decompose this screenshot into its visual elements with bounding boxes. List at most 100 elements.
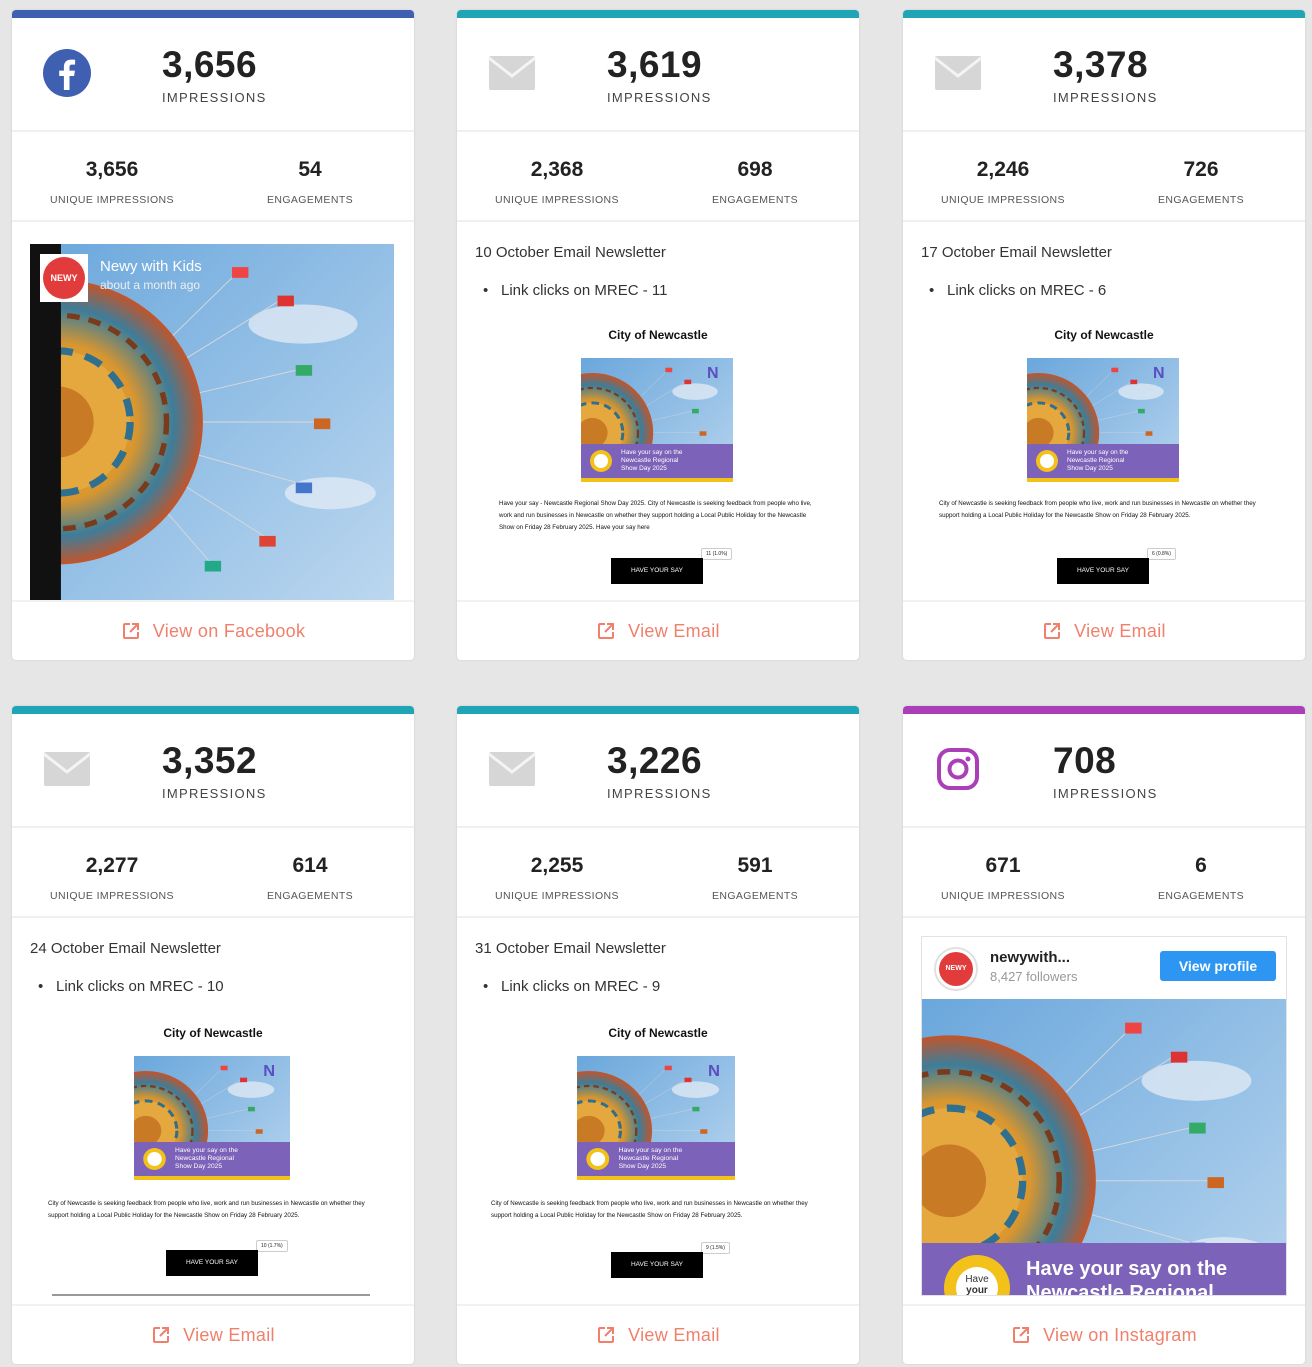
unique-impressions-value: 2,255 [530,854,584,877]
link-clicks-item: Link clicks on MREC - 11 [483,282,667,299]
newy-logo: NEWY [43,257,85,299]
stats-row: 671 UNIQUE IMPRESSIONS 6 ENGAGEMENTS [903,828,1305,918]
mrec-image[interactable]: N Have your say on the Newcastle Regiona… [134,1056,290,1180]
email-newsletter-card: 3,378 IMPRESSIONS 2,246 UNIQUE IMPRESSIO… [903,10,1305,660]
engagements-label: ENGAGEMENTS [1157,194,1245,206]
email-sender: City of Newcastle [1054,328,1154,342]
link-label: View Email [628,1324,720,1345]
email-preview: 17 October Email Newsletter Link clicks … [903,224,1305,600]
engagements-stat: 614 ENGAGEMENTS [210,854,410,902]
impressions-label: IMPRESSIONS [1053,786,1158,801]
unique-impressions-value: 2,246 [976,158,1030,181]
banner-line-2: Newcastle Regional [1026,1282,1214,1296]
mrec-photo: N Have your say on the Newcastle Regiona… [1027,358,1179,482]
unique-impressions-stat: 2,277 UNIQUE IMPRESSIONS [12,854,212,902]
click-count-badge: 6 (0.8%) [1147,548,1176,560]
svg-text:Newcastle Regional: Newcastle Regional [621,457,679,464]
unique-impressions-value: 2,368 [530,158,584,181]
svg-text:N: N [707,365,719,382]
svg-text:Newcastle Regional: Newcastle Regional [1067,457,1125,464]
have-your-say-badge: Have your [944,1255,1010,1296]
unique-impressions-value: 2,277 [85,854,139,877]
banner-text: Have your say on the Newcastle Regional [1026,1257,1227,1296]
impressions-label: IMPRESSIONS [607,786,712,801]
svg-text:Have your say on the: Have your say on the [621,449,683,456]
link-clicks-item: Link clicks on MREC - 10 [38,978,224,995]
svg-text:N: N [1153,365,1165,382]
svg-text:Have your say on the: Have your say on the [1067,449,1129,456]
card-accent-bar [903,10,1305,18]
facebook-post-image[interactable]: NEWY Newy with Kids about a month ago [30,244,394,600]
mrec-image[interactable]: N Have your say on the Newcastle Regiona… [581,358,733,482]
stats-row: 3,656 UNIQUE IMPRESSIONS 54 ENGAGEMENTS [12,132,414,222]
impressions-count: 3,378 [1053,44,1149,85]
unique-impressions-label: UNIQUE IMPRESSIONS [495,890,619,902]
unique-impressions-label: UNIQUE IMPRESSIONS [495,194,619,206]
post-preview: NEWY Newy with Kids about a month ago [12,224,414,600]
unique-impressions-stat: 2,246 UNIQUE IMPRESSIONS [903,158,1103,206]
engagements-stat: 698 ENGAGEMENTS [655,158,855,206]
badge-line-2: your [966,1285,988,1296]
profile-handle[interactable]: newywith... [990,949,1070,966]
email-sender: City of Newcastle [608,1026,708,1040]
engagements-label: ENGAGEMENTS [711,890,799,902]
mrec-image[interactable]: N Have your say on the Newcastle Regiona… [1027,358,1179,482]
impressions-count: 3,619 [607,44,703,85]
svg-text:Have your say on the: Have your say on the [619,1147,683,1154]
email-newsletter-card: 3,619 IMPRESSIONS 2,368 UNIQUE IMPRESSIO… [457,10,859,660]
have-your-say-button[interactable]: HAVE YOUR SAY [611,1252,703,1278]
view-on-facebook-link[interactable]: View on Facebook [12,600,414,660]
engagements-value: 6 [1195,854,1207,877]
envelope-icon [488,56,536,90]
email-preview: 31 October Email Newsletter Link clicks … [457,920,859,1304]
facebook-post-card: 3,656 IMPRESSIONS 3,656 UNIQUE IMPRESSIO… [12,10,414,660]
impressions-count: 3,656 [162,44,258,85]
engagements-value: 698 [737,158,773,181]
svg-text:N: N [263,1062,275,1080]
view-on-instagram-link[interactable]: View on Instagram [903,1304,1305,1364]
post-time: about a month ago [100,278,201,292]
unique-impressions-stat: 3,656 UNIQUE IMPRESSIONS [12,158,212,206]
have-your-say-button[interactable]: HAVE YOUR SAY [611,558,703,584]
newsletter-title: 24 October Email Newsletter [30,940,221,957]
have-your-say-button[interactable]: HAVE YOUR SAY [1057,558,1149,584]
stats-row: 2,255 UNIQUE IMPRESSIONS 591 ENGAGEMENTS [457,828,859,918]
follower-count: 8,427 followers [990,969,1078,984]
engagements-value: 614 [292,854,328,877]
post-preview: NEWY newywith... 8,427 followers View pr… [903,920,1305,1304]
engagements-label: ENGAGEMENTS [266,194,354,206]
have-your-say-button[interactable]: HAVE YOUR SAY [166,1250,258,1276]
view-email-link[interactable]: View Email [457,1304,859,1364]
svg-text:Show Day 2025: Show Day 2025 [621,465,667,472]
impressions-label: IMPRESSIONS [162,90,267,105]
unique-impressions-label: UNIQUE IMPRESSIONS [50,890,174,902]
unique-impressions-stat: 671 UNIQUE IMPRESSIONS [903,854,1103,902]
impressions-label: IMPRESSIONS [607,90,712,105]
card-header: 3,352 IMPRESSIONS [12,714,414,828]
post-banner: Have your Have your say on the Newcastle … [922,1243,1286,1296]
newsletter-title: 10 October Email Newsletter [475,244,666,261]
view-email-link[interactable]: View Email [903,600,1305,660]
stats-row: 2,277 UNIQUE IMPRESSIONS 614 ENGAGEMENTS [12,828,414,918]
external-link-icon [598,623,615,639]
engagements-label: ENGAGEMENTS [1157,890,1245,902]
link-label: View on Instagram [1043,1324,1197,1345]
impressions-count: 708 [1053,740,1117,781]
engagements-label: ENGAGEMENTS [711,194,799,206]
newsletter-title: 31 October Email Newsletter [475,940,666,957]
view-email-link[interactable]: View Email [457,600,859,660]
external-link-icon [598,1327,615,1343]
profile-avatar[interactable]: NEWY [934,947,978,991]
view-email-link[interactable]: View Email [12,1304,414,1364]
view-profile-button[interactable]: View profile [1160,951,1276,981]
card-header: 708 IMPRESSIONS [903,714,1305,828]
svg-text:N: N [708,1062,720,1080]
svg-text:Have your say on the: Have your say on the [175,1147,238,1154]
engagements-stat: 6 ENGAGEMENTS [1101,854,1301,902]
envelope-icon [488,752,536,786]
engagements-stat: 54 ENGAGEMENTS [210,158,410,206]
newsletter-title: 17 October Email Newsletter [921,244,1112,261]
instagram-embed: NEWY newywith... 8,427 followers View pr… [921,936,1287,1296]
mrec-image[interactable]: N Have your say on the Newcastle Regiona… [577,1056,735,1180]
svg-text:Show Day 2025: Show Day 2025 [619,1163,667,1170]
